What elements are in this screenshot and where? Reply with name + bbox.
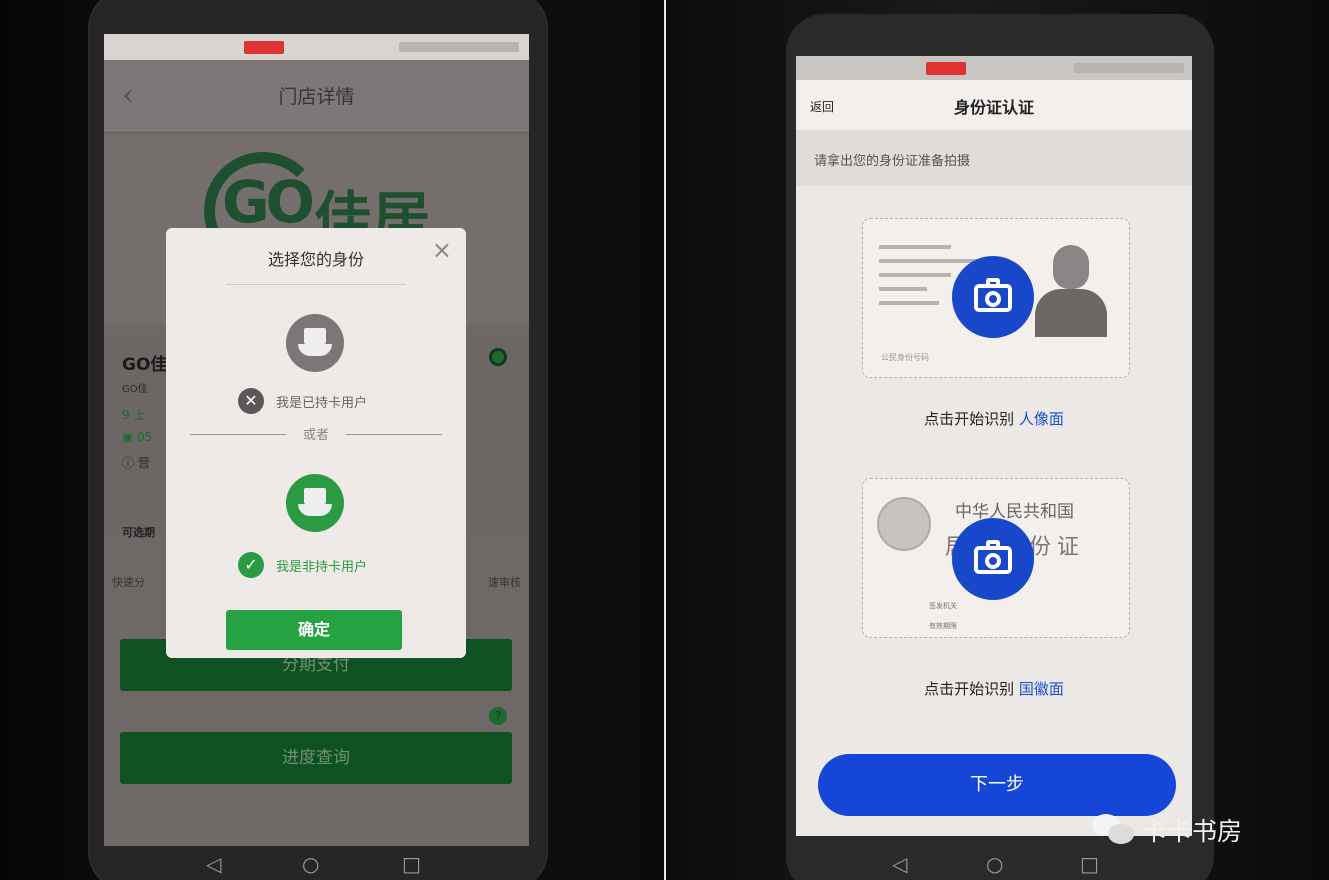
or-separator: 或者: [190, 424, 442, 444]
recent-apps-key-icon[interactable]: □: [402, 852, 421, 876]
signal-battery-icons: [1074, 63, 1184, 73]
status-bar: [796, 56, 1192, 80]
close-icon[interactable]: ×: [432, 236, 452, 264]
card-holder-icon: [286, 314, 344, 372]
id-number-label: 公民身份号码: [881, 353, 929, 362]
non-card-holder-icon: [286, 474, 344, 532]
page-title: 身份证认证: [953, 98, 1034, 117]
hint-bar: 请拿出您的身份证准备拍摄: [796, 130, 1192, 186]
national-emblem-icon: [877, 497, 931, 551]
id-auth-header: 返回 身份证认证: [796, 80, 1192, 130]
identity-dialog: 选择您的身份 × ✕ 我是已持卡用户 或者 ✓ 我是非持卡用户 确定: [166, 228, 466, 658]
portrait-icon: [1035, 239, 1107, 337]
back-caption-prefix: 点击开始识别: [924, 680, 1015, 698]
confirm-button[interactable]: 确定: [226, 610, 402, 650]
right-photo: 返回 身份证认证 请拿出您的身份证准备拍摄 公民身份号码 点击开始识别 人像面 …: [666, 0, 1329, 880]
info-row: ⓘ 营: [122, 456, 150, 470]
page-title: 门店详情: [278, 86, 355, 108]
validity-label: 有效期限: [929, 622, 957, 630]
store-detail-header: ‹ 门店详情: [104, 60, 529, 131]
left-photo: ‹ 门店详情 GO 佳居 GO佳 GO佳 9 上 ▣ 05 ⓘ 营 可选期 快速…: [0, 0, 664, 880]
watermark-text: 卡卡书房: [1142, 817, 1243, 846]
back-key-icon[interactable]: ◁: [892, 852, 907, 876]
watermark: 卡卡书房: [1092, 812, 1242, 848]
status-bar: [104, 34, 529, 60]
right-nav-keys: ◁ ○ □: [666, 846, 1329, 880]
option-non-card-user-label: 我是非持卡用户: [276, 559, 368, 575]
notification-icons: [926, 62, 966, 75]
unselected-icon: ✕: [238, 388, 264, 414]
camera-button-back[interactable]: [952, 518, 1034, 600]
issuer-label: 签发机关: [929, 602, 957, 610]
help-icon[interactable]: ?: [489, 707, 507, 725]
section-label: 可选期: [122, 526, 155, 539]
card-country: 中华人民共和国: [955, 502, 1074, 522]
row-text-left: 快速分: [112, 576, 145, 589]
camera-button-front[interactable]: [952, 256, 1034, 338]
option-non-card-user[interactable]: ✓ 我是非持卡用户: [238, 552, 367, 578]
store-name: GO佳: [122, 355, 168, 375]
home-key-icon[interactable]: ○: [302, 852, 319, 876]
home-key-icon[interactable]: ○: [986, 852, 1003, 876]
hours-row: ▣ 05: [122, 430, 153, 444]
front-caption[interactable]: 点击开始识别 人像面: [796, 408, 1192, 429]
right-phone-screen: 返回 身份证认证 请拿出您的身份证准备拍摄 公民身份号码 点击开始识别 人像面 …: [796, 56, 1192, 836]
front-caption-highlight: 人像面: [1018, 410, 1064, 428]
front-caption-prefix: 点击开始识别: [924, 410, 1015, 428]
back-key-icon[interactable]: ◁: [206, 852, 221, 876]
dialog-title: 选择您的身份: [267, 250, 364, 269]
signal-battery-icons: [399, 42, 519, 52]
progress-query-button[interactable]: 进度查询: [120, 732, 512, 784]
location-row: 9 上: [122, 408, 146, 422]
option-card-user-label: 我是已持卡用户: [276, 395, 368, 411]
logo-go-text: GO: [222, 168, 315, 236]
divider: [226, 284, 406, 285]
checkmark-icon: ✓: [238, 552, 264, 578]
hint-text: 请拿出您的身份证准备拍摄: [814, 154, 971, 169]
next-step-button[interactable]: 下一步: [818, 754, 1176, 816]
recent-apps-key-icon[interactable]: □: [1080, 852, 1099, 876]
back-caption-highlight: 国徽面: [1018, 680, 1064, 698]
left-nav-keys: ◁ ○ □: [0, 846, 664, 880]
wechat-icon: [1092, 814, 1136, 846]
store-subtitle: GO佳: [122, 384, 148, 395]
back-caption[interactable]: 点击开始识别 国徽面: [796, 678, 1192, 699]
notification-icons: [244, 41, 284, 54]
row-text-right: 速审核: [488, 576, 521, 589]
option-card-user[interactable]: ✕ 我是已持卡用户: [238, 388, 367, 414]
phone-icon[interactable]: [489, 348, 507, 366]
